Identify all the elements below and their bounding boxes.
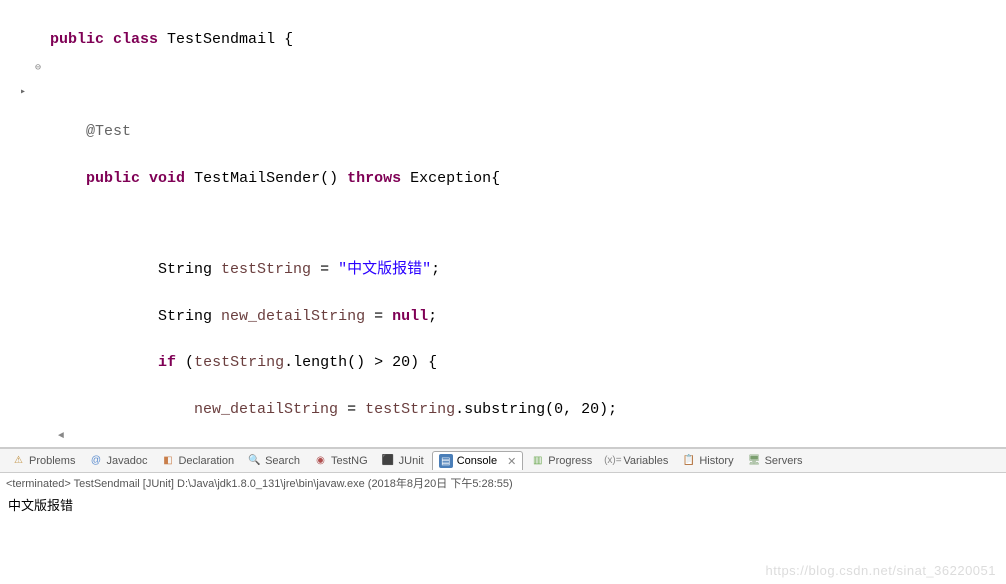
tab-label: JUnit xyxy=(399,455,424,467)
tab-label: TestNG xyxy=(331,455,368,467)
text: TestMailSender() xyxy=(185,170,347,187)
tab-label: Problems xyxy=(29,455,75,467)
tab-history[interactable]: 📋 History xyxy=(676,452,739,469)
variable: testString xyxy=(221,261,311,278)
text: TestSendmail { xyxy=(158,31,293,48)
tab-label: Servers xyxy=(765,455,803,467)
tab-progress[interactable]: ▥ Progress xyxy=(525,452,598,469)
keyword: void xyxy=(149,170,185,187)
tab-testng[interactable]: ◉ TestNG xyxy=(308,452,374,469)
testng-icon: ◉ xyxy=(314,454,327,467)
keyword: class xyxy=(113,31,158,48)
console-status: <terminated> TestSendmail [JUnit] D:\Jav… xyxy=(0,473,1006,493)
text: = xyxy=(365,308,392,325)
keyword: null xyxy=(392,308,428,325)
view-tabs: ⚠Problems @Javadoc ◧Declaration 🔍Search … xyxy=(0,448,1006,473)
collapse-icon[interactable]: ⊖ xyxy=(35,62,41,74)
tab-javadoc[interactable]: @ Javadoc xyxy=(83,452,153,469)
tab-label: Javadoc xyxy=(106,455,147,467)
tab-console[interactable]: ▤ Console ✕ xyxy=(432,451,524,470)
tab-variables[interactable]: (x)= Variables xyxy=(600,452,674,469)
junit-icon: ⬛ xyxy=(382,454,395,467)
text: ; xyxy=(428,308,437,325)
code-editor[interactable]: ⊖ ▸ public class TestSendmail { @Test pu… xyxy=(0,0,1006,448)
keyword: public xyxy=(50,31,104,48)
variables-icon: (x)= xyxy=(606,454,619,467)
history-icon: 📋 xyxy=(682,454,695,467)
keyword: public xyxy=(86,170,140,187)
keyword: throws xyxy=(347,170,401,187)
javadoc-icon: @ xyxy=(89,454,102,467)
text: ; xyxy=(431,261,440,278)
problems-icon: ⚠ xyxy=(12,454,25,467)
string: "中文版报错" xyxy=(338,261,431,278)
text: .length() > 20) { xyxy=(284,354,437,371)
progress-icon: ▥ xyxy=(531,454,544,467)
tab-label: Console xyxy=(457,455,497,467)
text: = xyxy=(311,261,338,278)
marker-icon: ▸ xyxy=(20,86,26,98)
variable: new_detailString xyxy=(221,308,365,325)
text: String xyxy=(158,308,221,325)
console-icon: ▤ xyxy=(439,454,453,468)
scroll-left-icon[interactable]: ◄ xyxy=(58,429,64,445)
tab-servers[interactable]: 🖥 Servers xyxy=(742,452,809,469)
keyword: if xyxy=(158,354,176,371)
tab-label: Search xyxy=(265,455,300,467)
tab-label: Variables xyxy=(623,455,668,467)
variable: new_detailString xyxy=(194,401,338,418)
annotation: @Test xyxy=(86,123,131,140)
editor-gutter: ⊖ ▸ xyxy=(0,0,50,447)
text: String xyxy=(158,261,221,278)
tab-declaration[interactable]: ◧ Declaration xyxy=(155,452,240,469)
tab-search[interactable]: 🔍 Search xyxy=(242,452,306,469)
text: = xyxy=(338,401,365,418)
tab-problems[interactable]: ⚠ Problems xyxy=(6,452,81,469)
text: ( xyxy=(176,354,194,371)
text: .substring(0, 20); xyxy=(455,401,617,418)
servers-icon: 🖥 xyxy=(748,454,761,467)
tab-label: History xyxy=(699,455,733,467)
text: Exception{ xyxy=(401,170,500,187)
code-content[interactable]: public class TestSendmail { @Test public… xyxy=(50,0,1006,447)
tab-label: Declaration xyxy=(178,455,234,467)
close-icon[interactable]: ✕ xyxy=(507,455,516,468)
search-icon: 🔍 xyxy=(248,454,261,467)
declaration-icon: ◧ xyxy=(161,454,174,467)
tab-junit[interactable]: ⬛ JUnit xyxy=(376,452,430,469)
variable: testString xyxy=(365,401,455,418)
watermark: https://blog.csdn.net/sinat_36220051 xyxy=(766,563,997,578)
tab-label: Progress xyxy=(548,455,592,467)
console-output[interactable]: 中文版报错 xyxy=(0,493,1006,553)
variable: testString xyxy=(194,354,284,371)
